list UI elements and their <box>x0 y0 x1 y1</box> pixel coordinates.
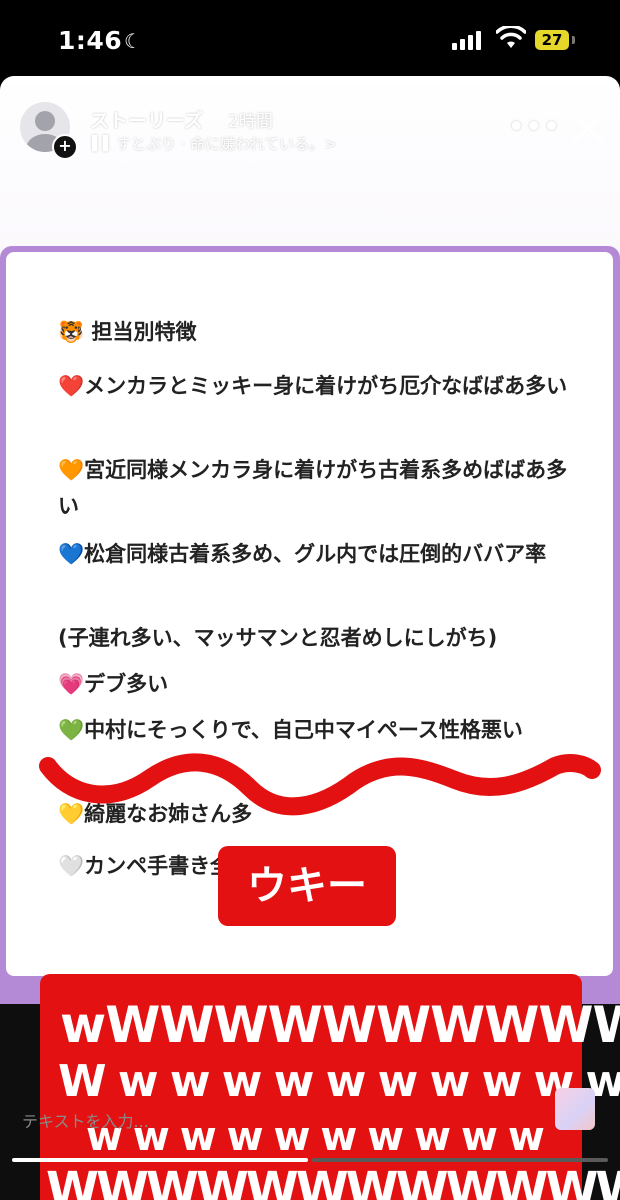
status-bar: 1:46 ☾ 27 <box>0 0 620 76</box>
card-line: 💗デブ多い <box>58 672 169 696</box>
story-username[interactable]: ストーリーズ <box>90 106 203 133</box>
close-icon[interactable] <box>570 110 606 146</box>
status-time: 1:46 <box>58 26 123 55</box>
card-line: ❤️メンカラとミッキー身に着けがち厄介なばばあ多い <box>58 374 568 398</box>
story-music-label[interactable]: すとぷり · 命に嫌われている。> <box>116 133 337 154</box>
sticker-line: W w w w w w w w w w w <box>58 1056 620 1107</box>
battery-icon: 27 <box>535 30 569 50</box>
red-scribble-line <box>39 753 601 816</box>
wifi-icon <box>496 26 526 48</box>
more-options-button[interactable]: ••• <box>508 112 561 142</box>
music-bars-icon: ▌▌ <box>92 136 114 152</box>
moon-icon: ☾ <box>124 29 142 53</box>
text-sticker-title[interactable]: ウキー <box>218 846 396 926</box>
sticker-line: wWWWWWWWWWW <box>60 996 620 1054</box>
reply-input[interactable]: テキストを入力... <box>22 1108 149 1132</box>
add-story-icon[interactable]: + <box>52 134 78 160</box>
sticker-thumbnail-button[interactable] <box>555 1088 595 1130</box>
sticker-line: w w w w w w w w w w <box>86 1114 545 1160</box>
card-line: 💙松倉同様古着系多め、グル内では圧倒的ババア率 <box>58 542 547 566</box>
card-line: (子連れ多い、マッサマンと忍者めしにしがち) <box>58 626 498 650</box>
text-sticker-body[interactable]: wWWWWWWWWWW W w w w w w w w w w w w w w … <box>40 974 620 1200</box>
story-viewer: + ストーリーズ 2時間 ▌▌ すとぷり · 命に嫌われている。> ••• 🐯 … <box>0 76 620 1200</box>
story-time-ago: 2時間 <box>228 112 273 132</box>
sticker-line: WWWWWWWWWWWW <box>46 1162 620 1200</box>
story-progress-segment-2 <box>312 1158 608 1162</box>
cellular-signal-icon <box>452 30 486 50</box>
card-title: 🐯 担当別特徴 <box>58 320 197 344</box>
card-line: 🧡宮近同様メンカラ身に着けがち古着系多めばばあ多い <box>58 458 568 518</box>
story-progress-segment-1 <box>12 1158 308 1162</box>
